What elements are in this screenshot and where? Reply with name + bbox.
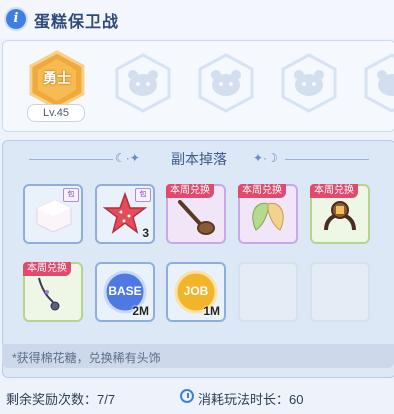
item-quantity: 3 [142, 226, 149, 240]
hero-slot-locked[interactable] [279, 53, 339, 113]
info-icon[interactable]: i [6, 9, 26, 29]
drops-header: ☾·✦ 副本掉落 ✦·☽ [3, 149, 394, 169]
item-slot-marshmallow[interactable]: 包 [23, 184, 83, 244]
pack-badge: 包 [135, 188, 151, 202]
clock-icon [180, 389, 194, 403]
play-duration: 消耗玩法时长：60 [198, 392, 304, 407]
level-badge: Lv.45 [27, 104, 85, 122]
page-title: 蛋糕保卫战 [34, 14, 120, 31]
hero-slot-locked[interactable] [362, 53, 394, 113]
hero-slot-locked[interactable] [113, 53, 173, 113]
item-slot-base-exp[interactable]: BASE 2M [95, 262, 155, 322]
base-label: BASE [108, 284, 142, 298]
item-slot-empty [238, 262, 298, 322]
item-quantity: 1M [203, 304, 220, 318]
weekly-exchange-tag: 本周兑换 [310, 184, 358, 198]
weekly-exchange-tag: 本周兑换 [238, 184, 286, 198]
footer: 剩余奖励次数：7/7 消耗玩法时长：60 [0, 380, 394, 414]
item-slot-red-star[interactable]: 包 3 [95, 184, 155, 244]
weekly-exchange-tag: 本周兑换 [23, 262, 71, 276]
divider [285, 159, 369, 160]
locked-hero-icon [115, 53, 171, 113]
hint-bar: *获得棉花糖，兑换稀有头饰 [2, 344, 394, 368]
weekly-exchange-tag: 本周兑换 [166, 184, 214, 198]
hint-text: *获得棉花糖，兑换稀有头饰 [12, 351, 161, 365]
header: i 蛋糕保卫战 [0, 0, 394, 38]
item-slot-necklace[interactable]: 本周兑换 [23, 262, 83, 322]
remaining-rewards: 剩余奖励次数：7/7 [6, 392, 116, 407]
item-slot-empty [310, 262, 370, 322]
item-slot-horn-headband[interactable]: 本周兑换 [310, 184, 370, 244]
locked-hero-icon [281, 53, 337, 113]
hero-slot-warrior[interactable]: 勇士 [27, 50, 87, 110]
item-slot-pipe[interactable]: 本周兑换 [166, 184, 226, 244]
item-slot-job-exp[interactable]: JOB 1M [166, 262, 226, 322]
hero-slot-locked[interactable] [196, 53, 256, 113]
item-quantity: 2M [132, 304, 149, 318]
locked-hero-icon [364, 53, 394, 113]
job-label: JOB [183, 284, 209, 298]
locked-hero-icon [198, 53, 254, 113]
drops-panel: ☾·✦ 副本掉落 ✦·☽ [2, 140, 394, 378]
item-slot-fairy-wings[interactable]: 本周兑换 [238, 184, 298, 244]
hero-label: 勇士 [43, 70, 71, 86]
moon-right-icon: ✦·☽ [253, 151, 278, 165]
pack-badge: 包 [63, 188, 79, 202]
